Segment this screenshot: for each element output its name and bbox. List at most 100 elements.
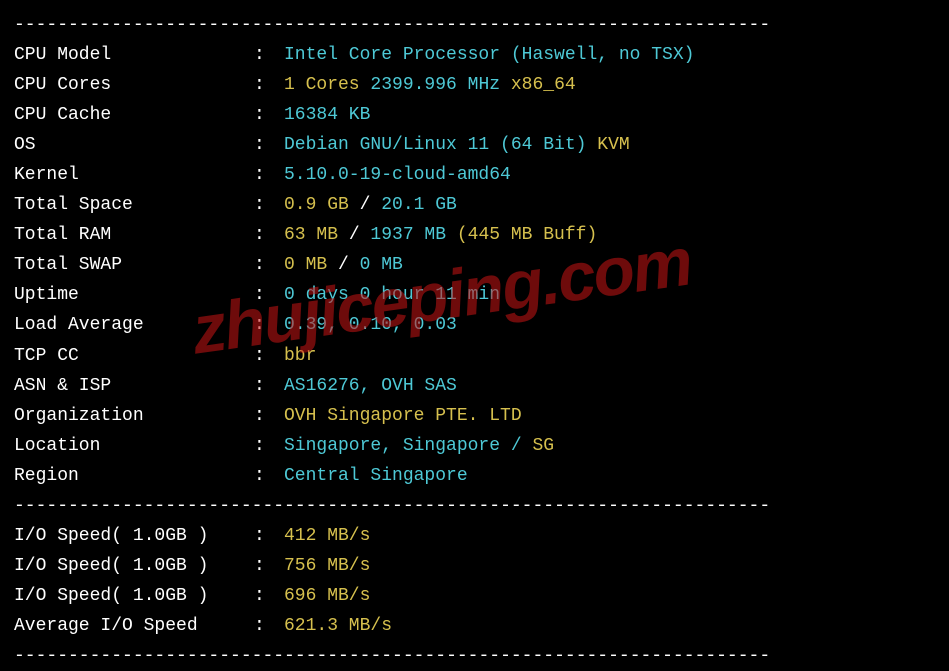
value-segment: x86_64 <box>511 75 576 95</box>
colon-separator: : <box>254 280 284 310</box>
colon-separator: : <box>254 190 284 220</box>
colon-separator: : <box>254 611 284 641</box>
divider-line: ----------------------------------------… <box>14 491 935 521</box>
sysinfo-value: OVH Singapore PTE. LTD <box>284 401 935 431</box>
sysinfo-row: Uptime: 0 days 0 hour 11 min <box>14 280 935 310</box>
sysinfo-row: CPU Cache: 16384 KB <box>14 100 935 130</box>
value-segment: 0.9 GB <box>284 195 360 215</box>
value-segment: 0 MB <box>360 255 403 275</box>
sysinfo-label: Total RAM <box>14 220 254 250</box>
value-segment: 696 MB/s <box>284 586 370 606</box>
value-segment: 2399.996 MHz <box>370 75 510 95</box>
value-segment: Debian GNU/Linux 11 (64 Bit) <box>284 135 597 155</box>
io-speed-row: Average I/O Speed: 621.3 MB/s <box>14 611 935 641</box>
sysinfo-label: CPU Model <box>14 40 254 70</box>
sysinfo-row: Kernel: 5.10.0-19-cloud-amd64 <box>14 160 935 190</box>
io-speed-label: I/O Speed( 1.0GB ) <box>14 551 254 581</box>
sysinfo-row: Total Space: 0.9 GB / 20.1 GB <box>14 190 935 220</box>
io-speed-row: I/O Speed( 1.0GB ): 696 MB/s <box>14 581 935 611</box>
sysinfo-row: Total SWAP: 0 MB / 0 MB <box>14 250 935 280</box>
value-segment: 1 Cores <box>284 75 370 95</box>
sysinfo-label: OS <box>14 130 254 160</box>
io-speed-row: I/O Speed( 1.0GB ): 412 MB/s <box>14 521 935 551</box>
colon-separator: : <box>254 371 284 401</box>
sysinfo-row: ASN & ISP: AS16276, OVH SAS <box>14 371 935 401</box>
colon-separator: : <box>254 40 284 70</box>
sysinfo-row: Location: Singapore, Singapore / SG <box>14 431 935 461</box>
io-speed-value: 756 MB/s <box>284 551 935 581</box>
sysinfo-label: CPU Cache <box>14 100 254 130</box>
colon-separator: : <box>254 100 284 130</box>
sysinfo-row: Load Average: 0.39, 0.10, 0.03 <box>14 310 935 340</box>
io-speed-label: I/O Speed( 1.0GB ) <box>14 521 254 551</box>
colon-separator: : <box>254 160 284 190</box>
value-segment: AS16276, OVH SAS <box>284 376 457 396</box>
colon-separator: : <box>254 310 284 340</box>
value-segment: 0 MB <box>284 255 338 275</box>
value-segment: / <box>360 195 382 215</box>
divider-line: ----------------------------------------… <box>14 10 935 40</box>
colon-separator: : <box>254 130 284 160</box>
value-segment: 0.39, 0.10, 0.03 <box>284 315 457 335</box>
value-segment: bbr <box>284 346 316 366</box>
sysinfo-label: Region <box>14 461 254 491</box>
sysinfo-value: 0.39, 0.10, 0.03 <box>284 310 935 340</box>
colon-separator: : <box>254 581 284 611</box>
sysinfo-row: CPU Cores: 1 Cores 2399.996 MHz x86_64 <box>14 70 935 100</box>
sysinfo-label: Location <box>14 431 254 461</box>
sysinfo-row: Organization: OVH Singapore PTE. LTD <box>14 401 935 431</box>
colon-separator: : <box>254 431 284 461</box>
io-speed-value: 696 MB/s <box>284 581 935 611</box>
colon-separator: : <box>254 521 284 551</box>
value-segment: Singapore, Singapore / <box>284 436 532 456</box>
sysinfo-label: Uptime <box>14 280 254 310</box>
value-segment: KVM <box>597 135 629 155</box>
sysinfo-value: Intel Core Processor (Haswell, no TSX) <box>284 40 935 70</box>
value-segment: OVH Singapore PTE. LTD <box>284 406 522 426</box>
value-segment: 16384 KB <box>284 105 370 125</box>
value-segment: / <box>338 255 360 275</box>
colon-separator: : <box>254 250 284 280</box>
value-segment: SG <box>532 436 554 456</box>
sysinfo-label: Load Average <box>14 310 254 340</box>
value-segment: 412 MB/s <box>284 526 370 546</box>
io-speed-label: Average I/O Speed <box>14 611 254 641</box>
sysinfo-label: Organization <box>14 401 254 431</box>
sysinfo-label: Kernel <box>14 160 254 190</box>
io-speed-value: 412 MB/s <box>284 521 935 551</box>
value-segment: Intel Core Processor (Haswell, no TSX) <box>284 45 694 65</box>
io-speed-value: 621.3 MB/s <box>284 611 935 641</box>
sysinfo-value: 63 MB / 1937 MB (445 MB Buff) <box>284 220 935 250</box>
value-segment: (445 MB Buff) <box>457 225 597 245</box>
sysinfo-label: CPU Cores <box>14 70 254 100</box>
sysinfo-value: 16384 KB <box>284 100 935 130</box>
value-segment: 0 days 0 hour 11 min <box>284 285 500 305</box>
colon-separator: : <box>254 341 284 371</box>
sysinfo-label: Total SWAP <box>14 250 254 280</box>
value-segment: 63 MB <box>284 225 349 245</box>
sysinfo-value: 0 MB / 0 MB <box>284 250 935 280</box>
sysinfo-label: Total Space <box>14 190 254 220</box>
io-speed-row: I/O Speed( 1.0GB ): 756 MB/s <box>14 551 935 581</box>
io-speed-label: I/O Speed( 1.0GB ) <box>14 581 254 611</box>
sysinfo-row: OS: Debian GNU/Linux 11 (64 Bit) KVM <box>14 130 935 160</box>
colon-separator: : <box>254 401 284 431</box>
divider-line: ----------------------------------------… <box>14 641 935 671</box>
sysinfo-value: Singapore, Singapore / SG <box>284 431 935 461</box>
colon-separator: : <box>254 551 284 581</box>
colon-separator: : <box>254 70 284 100</box>
sysinfo-value: Debian GNU/Linux 11 (64 Bit) KVM <box>284 130 935 160</box>
sysinfo-value: 0.9 GB / 20.1 GB <box>284 190 935 220</box>
colon-separator: : <box>254 461 284 491</box>
sysinfo-row: TCP CC: bbr <box>14 341 935 371</box>
sysinfo-value: AS16276, OVH SAS <box>284 371 935 401</box>
value-segment: / <box>349 225 371 245</box>
value-segment: 1937 MB <box>370 225 456 245</box>
value-segment: Central Singapore <box>284 466 468 486</box>
sysinfo-row: Total RAM: 63 MB / 1937 MB (445 MB Buff) <box>14 220 935 250</box>
value-segment: 756 MB/s <box>284 556 370 576</box>
colon-separator: : <box>254 220 284 250</box>
value-segment: 5.10.0-19-cloud-amd64 <box>284 165 511 185</box>
sysinfo-row: CPU Model: Intel Core Processor (Haswell… <box>14 40 935 70</box>
sysinfo-row: Region: Central Singapore <box>14 461 935 491</box>
